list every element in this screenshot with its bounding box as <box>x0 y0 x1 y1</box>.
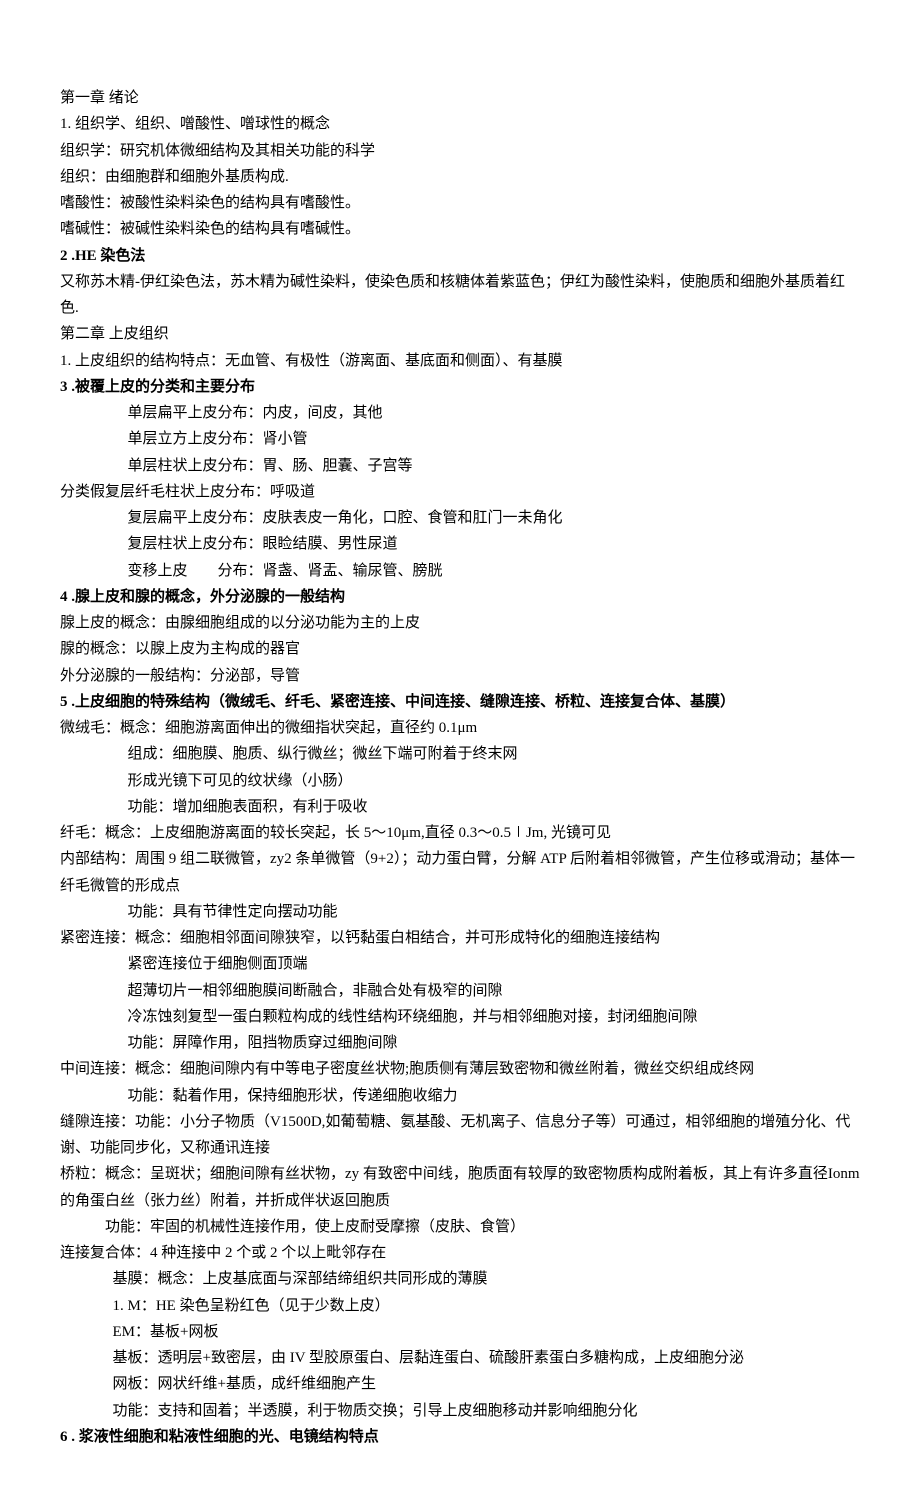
c2-line-8: 复层柱状上皮分布：眼睑结膜、男性尿道 <box>60 531 860 557</box>
c2-line-15: 微绒毛：概念：细胞游离面伸出的微细指状突起，直径约 0.1μm <box>60 715 860 741</box>
c2-line-1: 1. 上皮组织的结构特点：无血管、有极性（游离面、基底面和侧面）、有基膜 <box>60 348 860 374</box>
c2-line-18: 功能：增加细胞表面积，有利于吸收 <box>60 794 860 820</box>
c2-line-13: 外分泌腺的一般结构：分泌部，导管 <box>60 663 860 689</box>
c2-line-6: 分类假复层纤毛柱状上皮分布：呼吸道 <box>60 479 860 505</box>
c2-line-14: 5 .上皮细胞的特殊结构（微绒毛、纤毛、紧密连接、中间连接、缝隙连接、桥粒、连接… <box>60 689 860 715</box>
c2-line-3: 单层扁平上皮分布：内皮，间皮，其他 <box>60 400 860 426</box>
c2-line-25: 冷冻蚀刻复型一蛋白颗粒构成的线性结构环绕细胞，并与相邻细胞对接，封闭细胞间隙 <box>60 1004 860 1030</box>
c2-line-2: 3 .被覆上皮的分类和主要分布 <box>60 374 860 400</box>
c2-line-23: 紧密连接位于细胞侧面顶端 <box>60 951 860 977</box>
c2-line-16: 组成：细胞膜、胞质、纵行微丝；微丝下端可附着于终末网 <box>60 741 860 767</box>
c2-line-4: 单层立方上皮分布：肾小管 <box>60 426 860 452</box>
c1-line-4: 嗜酸性：被酸性染料染色的结构具有嗜酸性。 <box>60 190 860 216</box>
c2-line-5: 单层柱状上皮分布：胃、肠、胆囊、子宫等 <box>60 453 860 479</box>
c2-line-31: 功能：牢固的机械性连接作用，使上皮耐受摩擦（皮肤、食管） <box>60 1214 860 1240</box>
c2-line-7: 复层扁平上皮分布：皮肤表皮一角化，口腔、食管和肛门一未角化 <box>60 505 860 531</box>
chapter-2-title: 第二章 上皮组织 <box>60 321 860 347</box>
c2-line-21: 功能：具有节律性定向摆动功能 <box>60 899 860 925</box>
c2-line-24: 超薄切片一相邻细胞膜间断融合，非融合处有极窄的间隙 <box>60 978 860 1004</box>
c2-line-12: 腺的概念：以腺上皮为主构成的器官 <box>60 636 860 662</box>
c2-line-19: 纤毛：概念：上皮细胞游离面的较长突起，长 5～10μm,直径 0.3～0.5∣J… <box>60 820 860 846</box>
c2-line-29: 缝隙连接：功能：小分子物质（V1500D,如葡萄糖、氨基酸、无机离子、信息分子等… <box>60 1109 860 1162</box>
c1-line-2: 组织学：研究机体微细结构及其相关功能的科学 <box>60 138 860 164</box>
c2-line-33: 基膜：概念：上皮基底面与深部结缔组织共同形成的薄膜 <box>60 1266 860 1292</box>
c1-line-7: 又称苏木精-伊红染色法，苏木精为碱性染料，使染色质和核糖体着紫蓝色；伊红为酸性染… <box>60 269 860 322</box>
c2-line-37: 网板：网状纤维+基质，成纤维细胞产生 <box>60 1371 860 1397</box>
c2-line-11: 腺上皮的概念：由腺细胞组成的以分泌功能为主的上皮 <box>60 610 860 636</box>
c1-line-5: 嗜碱性：被碱性染料染色的结构具有嗜碱性。 <box>60 216 860 242</box>
c2-line-28: 功能：黏着作用，保持细胞形状，传递细胞收缩力 <box>60 1083 860 1109</box>
c2-line-32: 连接复合体：4 种连接中 2 个或 2 个以上毗邻存在 <box>60 1240 860 1266</box>
c2-line-17: 形成光镜下可见的纹状缘（小肠） <box>60 768 860 794</box>
c2-line-34: 1. M：HE 染色呈粉红色（见于少数上皮） <box>60 1293 860 1319</box>
c1-line-3: 组织：由细胞群和细胞外基质构成. <box>60 164 860 190</box>
c2-line-22: 紧密连接：概念：细胞相邻面间隙狭窄，以钙黏蛋白相结合，并可形成特化的细胞连接结构 <box>60 925 860 951</box>
c1-line-1: 1. 组织学、组织、噌酸性、噌球性的概念 <box>60 111 860 137</box>
chapter-1-title: 第一章 绪论 <box>60 85 860 111</box>
c2-line-9: 变移上皮 分布：肾盏、肾盂、输尿管、膀胱 <box>60 558 860 584</box>
c2-line-26: 功能：屏障作用，阻挡物质穿过细胞间隙 <box>60 1030 860 1056</box>
c2-line-27: 中间连接：概念：细胞间隙内有中等电子密度丝状物;胞质侧有薄层致密物和微丝附着，微… <box>60 1056 860 1082</box>
c2-line-36: 基板：透明层+致密层，由 IV 型胶原蛋白、层黏连蛋白、硫酸肝素蛋白多糖构成，上… <box>60 1345 860 1371</box>
c2-line-38: 功能：支持和固着；半透膜，利于物质交换；引导上皮细胞移动并影响细胞分化 <box>60 1398 860 1424</box>
c2-line-30: 桥粒：概念：呈斑状；细胞间隙有丝状物，zy 有致密中间线，胞质面有较厚的致密物质… <box>60 1161 860 1214</box>
c2-line-10: 4 .腺上皮和腺的概念，外分泌腺的一般结构 <box>60 584 860 610</box>
c1-line-6: 2 .HE 染色法 <box>60 243 860 269</box>
c2-line-20: 内部结构：周围 9 组二联微管，zy2 条单微管（9+2）；动力蛋白臂，分解 A… <box>60 846 860 899</box>
c2-line-39: 6 . 浆液性细胞和粘液性细胞的光、电镜结构特点 <box>60 1424 860 1450</box>
c2-line-35: EM：基板+网板 <box>60 1319 860 1345</box>
